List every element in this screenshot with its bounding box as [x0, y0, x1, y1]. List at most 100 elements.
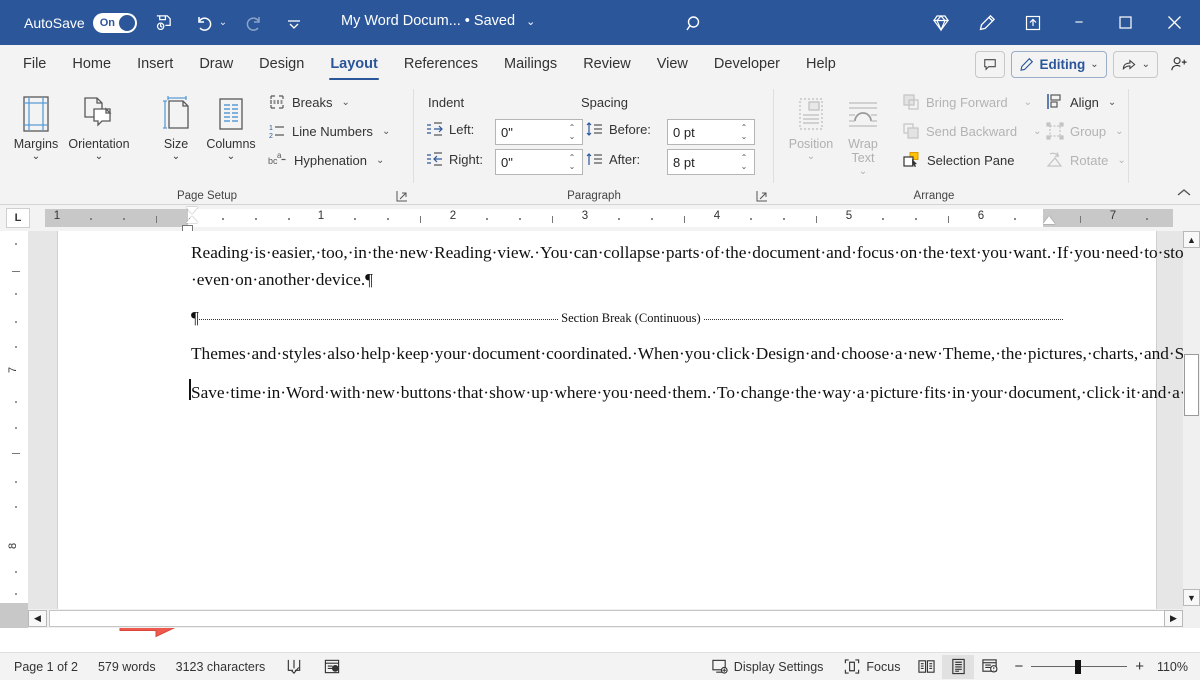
margins-button[interactable]: Margins ⌄: [5, 89, 67, 161]
scroll-left-button[interactable]: ◀: [28, 610, 47, 627]
chevron-down-icon[interactable]: ⌄: [227, 152, 235, 161]
editing-mode-button[interactable]: Editing ⌄: [1011, 51, 1106, 78]
read-mode-button[interactable]: [910, 655, 942, 679]
maximize-button[interactable]: [1102, 0, 1148, 45]
horizontal-scrollbar[interactable]: ◀ ▶: [28, 609, 1183, 628]
chevron-down-icon[interactable]: ⌄: [1090, 59, 1098, 70]
zoom-thumb[interactable]: [1075, 660, 1081, 674]
chevron-down-icon[interactable]: ⌄: [172, 152, 180, 161]
autosave-toggle[interactable]: On: [93, 13, 137, 33]
focus-button[interactable]: Focus: [833, 653, 910, 680]
collapse-ribbon-button[interactable]: [1176, 187, 1192, 202]
save-icon[interactable]: [151, 10, 177, 36]
document-page[interactable]: Reading·is·easier,·too,·in·the·new·Readi…: [57, 231, 1157, 628]
document-text-body[interactable]: Reading·is·easier,·too,·in·the·new·Readi…: [191, 240, 1063, 418]
indent-left-stepper[interactable]: ⌃⌄: [495, 119, 583, 145]
spacing-before-input[interactable]: [668, 120, 736, 144]
align-button[interactable]: Align ⌄: [1046, 89, 1116, 115]
close-button[interactable]: [1148, 0, 1200, 45]
share-people-icon[interactable]: [1164, 49, 1194, 79]
paragraph-2[interactable]: Themes·and·styles·also·help·keep·your·do…: [191, 341, 1063, 368]
pen-icon[interactable]: [964, 0, 1010, 45]
vertical-scroll-thumb[interactable]: [1184, 354, 1199, 416]
paragraph-dialog-launcher[interactable]: [756, 189, 768, 201]
stepper-arrows[interactable]: ⌃⌄: [565, 120, 579, 144]
tab-file[interactable]: File: [10, 45, 59, 83]
stepper-arrows[interactable]: ⌃⌄: [737, 120, 751, 144]
right-indent-marker[interactable]: [1043, 216, 1055, 224]
accessibility-icon[interactable]: [313, 653, 351, 680]
tab-layout[interactable]: Layout: [317, 45, 391, 83]
share-button[interactable]: ⌄: [1113, 51, 1158, 78]
chevron-down-icon[interactable]: ⌄: [1142, 59, 1150, 70]
vertical-ruler[interactable]: 7 8: [0, 231, 28, 628]
stepper-arrows[interactable]: ⌃⌄: [737, 150, 751, 174]
horizontal-ruler[interactable]: L 1 1 2 3 4 5 6 7: [0, 205, 1200, 231]
paragraph-3[interactable]: Save·time·in·Word·with·new·buttons·that·…: [191, 380, 1063, 407]
zoom-out-button[interactable]: −: [1014, 658, 1023, 675]
copilot-diamond-icon[interactable]: [918, 0, 964, 45]
comments-button[interactable]: [975, 51, 1005, 78]
spacing-after-stepper[interactable]: ⌃⌄: [667, 149, 755, 175]
customize-quick-access-icon[interactable]: [281, 10, 307, 36]
tab-developer[interactable]: Developer: [701, 45, 793, 83]
undo-dropdown-caret[interactable]: ⌄: [219, 17, 227, 28]
tab-home[interactable]: Home: [59, 45, 124, 83]
size-button[interactable]: Size ⌄: [145, 89, 207, 161]
spacing-after-input[interactable]: [668, 150, 736, 174]
indent-left-input[interactable]: [496, 120, 564, 144]
scroll-up-button[interactable]: ▲: [1183, 231, 1200, 248]
zoom-track[interactable]: [1031, 666, 1127, 668]
zoom-slider[interactable]: − +: [1006, 658, 1152, 675]
stepper-arrows[interactable]: ⌃⌄: [565, 150, 579, 174]
hanging-indent-marker[interactable]: [186, 216, 198, 223]
tab-draw[interactable]: Draw: [186, 45, 246, 83]
word-count[interactable]: 579 words: [88, 653, 166, 680]
chevron-down-icon[interactable]: ⌄: [341, 97, 349, 108]
first-line-indent-marker[interactable]: [186, 207, 198, 214]
line-numbers-button[interactable]: 1 2 Line Numbers ⌄: [268, 118, 390, 144]
columns-button[interactable]: Columns ⌄: [200, 89, 262, 161]
page-indicator[interactable]: Page 1 of 2: [4, 653, 88, 680]
zoom-level-label[interactable]: 110%: [1152, 660, 1200, 674]
tab-review[interactable]: Review: [570, 45, 644, 83]
tab-mailings[interactable]: Mailings: [491, 45, 570, 83]
print-layout-button[interactable]: [942, 655, 974, 679]
hyphenation-button[interactable]: bc a Hyphenation ⌄: [268, 147, 384, 173]
chevron-down-icon[interactable]: ⌄: [376, 155, 384, 166]
selection-pane-button[interactable]: Selection Pane: [902, 147, 1014, 173]
scroll-right-button[interactable]: ▶: [1164, 610, 1183, 627]
web-layout-button[interactable]: [974, 655, 1006, 679]
chevron-down-icon[interactable]: ⌄: [95, 152, 103, 161]
orientation-button[interactable]: Orientation ⌄: [68, 89, 130, 161]
undo-icon[interactable]: [191, 10, 217, 36]
tab-references[interactable]: References: [391, 45, 491, 83]
ruler-track[interactable]: 1 1 2 3 4 5 6 7: [45, 209, 1173, 227]
display-settings-button[interactable]: Display Settings: [701, 653, 834, 680]
horizontal-scroll-track[interactable]: [49, 610, 1181, 627]
minimize-button[interactable]: −: [1056, 0, 1102, 45]
proofing-check-icon[interactable]: [275, 653, 313, 680]
paragraph-1[interactable]: Reading·is·easier,·too,·in·the·new·Readi…: [191, 240, 1063, 293]
chevron-down-icon[interactable]: ⌄: [382, 126, 390, 137]
indent-right-input[interactable]: [496, 150, 564, 174]
scroll-down-button[interactable]: ▼: [1183, 589, 1200, 606]
tab-insert[interactable]: Insert: [124, 45, 186, 83]
zoom-in-button[interactable]: +: [1135, 658, 1144, 675]
chevron-down-icon[interactable]: ⌄: [1108, 97, 1116, 108]
chevron-down-icon[interactable]: ⌄: [526, 16, 535, 28]
tab-design[interactable]: Design: [246, 45, 317, 83]
spacing-before-stepper[interactable]: ⌃⌄: [667, 119, 755, 145]
restore-up-icon[interactable]: [1010, 0, 1056, 45]
tab-help[interactable]: Help: [793, 45, 849, 83]
page-setup-dialog-launcher[interactable]: [396, 189, 408, 201]
vertical-scrollbar[interactable]: ▲ ▼: [1183, 231, 1200, 628]
tab-stop-selector[interactable]: L: [6, 208, 30, 228]
chevron-down-icon[interactable]: ⌄: [32, 152, 40, 161]
search-icon[interactable]: [682, 11, 708, 37]
character-count[interactable]: 3123 characters: [166, 653, 276, 680]
document-title[interactable]: My Word Docum... • Saved ⌄: [341, 13, 535, 29]
breaks-button[interactable]: Breaks ⌄: [268, 89, 350, 115]
indent-right-stepper[interactable]: ⌃⌄: [495, 149, 583, 175]
tab-view[interactable]: View: [644, 45, 701, 83]
